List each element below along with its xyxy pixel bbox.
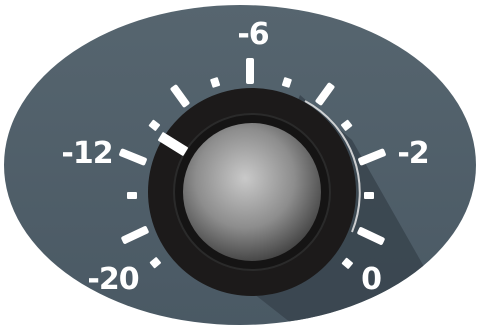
label-minus-12: -12 — [61, 136, 112, 171]
label-minus-6: -6 — [237, 17, 268, 52]
knob-cap[interactable] — [183, 123, 321, 261]
gain-knob[interactable]: -6 -12 -2 -20 0 — [0, 0, 478, 330]
label-minus-2: -2 — [397, 136, 428, 171]
tick-minor — [364, 192, 374, 199]
tick-major — [246, 58, 254, 84]
tick-minor — [127, 192, 137, 199]
label-minus-20: -20 — [87, 262, 138, 297]
label-zero: 0 — [361, 262, 381, 297]
